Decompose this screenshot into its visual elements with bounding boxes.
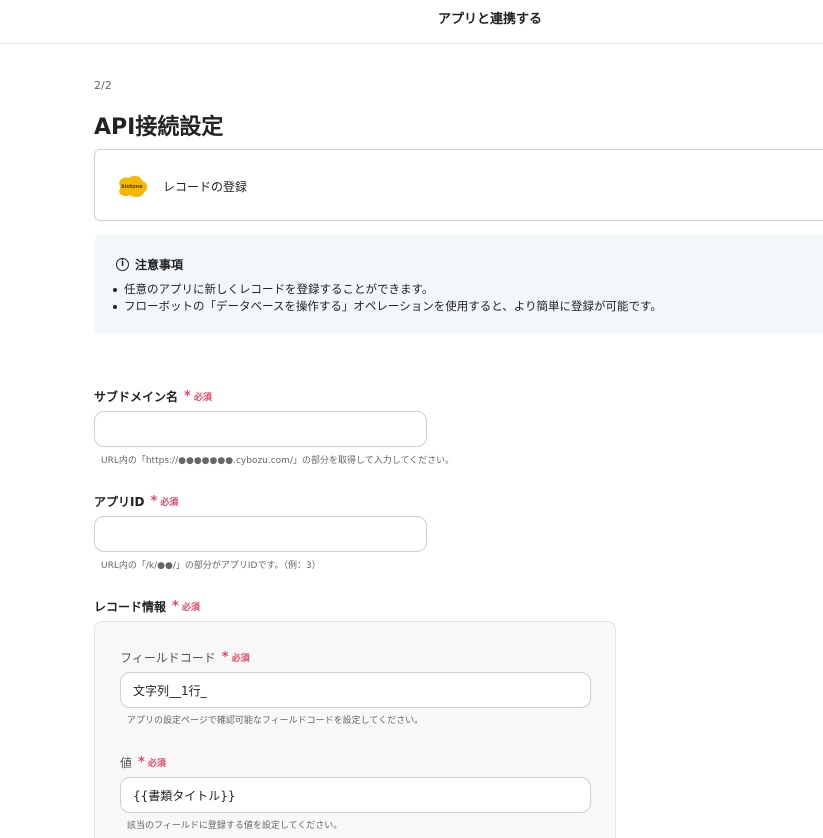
- field-code-hint: アプリの設定ページで確認可能なフィールドコードを設定してください。: [127, 716, 424, 726]
- required-text: 必須: [231, 654, 250, 664]
- action-label: レコードの登録: [163, 180, 248, 194]
- required-star-icon: *: [221, 650, 229, 665]
- notice-title: 注意事項: [135, 258, 184, 272]
- required-star-icon: *: [150, 494, 158, 509]
- info-icon: i: [116, 258, 129, 271]
- value-input[interactable]: [120, 777, 591, 813]
- app-id-label-text: アプリID: [94, 495, 145, 509]
- subdomain-label: サブドメイン名 * 必須: [94, 388, 212, 405]
- page-title: API接続設定: [94, 115, 224, 140]
- value-hint: 該当のフィールドに登録する値を設定してください。: [127, 821, 343, 831]
- notice-item: 任意のアプリに新しくレコードを登録することができます。: [110, 281, 662, 298]
- required-text: 必須: [160, 498, 179, 508]
- app-id-input[interactable]: [94, 516, 427, 552]
- required-badge: * 必須: [184, 390, 212, 403]
- notice-box: i 注意事項 任意のアプリに新しくレコードを登録することができます。 フローボッ…: [94, 235, 823, 334]
- field-code-input[interactable]: [120, 672, 591, 708]
- app-id-hint: URL内の「/k/●●/」の部分がアプリIDです。（例：3）: [101, 561, 321, 571]
- record-info-panel: フィールドコード *必須 アプリの設定ページで確認可能なフィールドコードを設定し…: [94, 621, 616, 838]
- header-title: アプリと連携する: [438, 12, 543, 27]
- required-text: 必須: [181, 603, 200, 613]
- value-label-text: 値: [120, 756, 133, 770]
- notice-list: 任意のアプリに新しくレコードを登録することができます。 フローボットの「データベ…: [110, 281, 662, 315]
- record-info-label: レコード情報 * 必須: [94, 598, 200, 615]
- kintone-logo-text: kintone: [121, 184, 143, 190]
- record-info-label-text: レコード情報: [94, 600, 167, 614]
- required-star-icon: *: [184, 389, 191, 404]
- required-badge: * 必須: [172, 600, 200, 613]
- step-indicator: 2/2: [94, 79, 112, 92]
- subdomain-input[interactable]: [94, 411, 427, 447]
- notice-item: フローボットの「データベースを操作する」オペレーションを使用すると、より簡単に登…: [110, 298, 662, 315]
- top-header: アプリと連携する: [0, 0, 823, 44]
- required-badge: * 必須: [138, 756, 166, 769]
- app-id-label: アプリID * 必須: [94, 493, 178, 510]
- required-star-icon: *: [138, 755, 145, 770]
- subdomain-hint: URL内の「https://●●●●●●●.cybozu.com/」の部分を取得…: [101, 456, 455, 466]
- required-badge: * 必須: [150, 495, 178, 508]
- value-label: 値 * 必須: [120, 754, 166, 771]
- notice-header: i 注意事項: [116, 256, 183, 273]
- required-badge: * 必須: [222, 651, 250, 664]
- subdomain-label-text: サブドメイン名: [94, 390, 179, 404]
- required-star-icon: *: [172, 599, 179, 614]
- field-code-label-text: フィールドコード: [120, 651, 216, 665]
- required-text: 必須: [193, 393, 212, 403]
- field-code-label: フィールドコード * 必須: [120, 649, 250, 666]
- action-card[interactable]: kintone レコードの登録: [94, 149, 823, 221]
- required-text: 必須: [147, 759, 166, 769]
- kintone-logo-icon: kintone: [119, 175, 148, 197]
